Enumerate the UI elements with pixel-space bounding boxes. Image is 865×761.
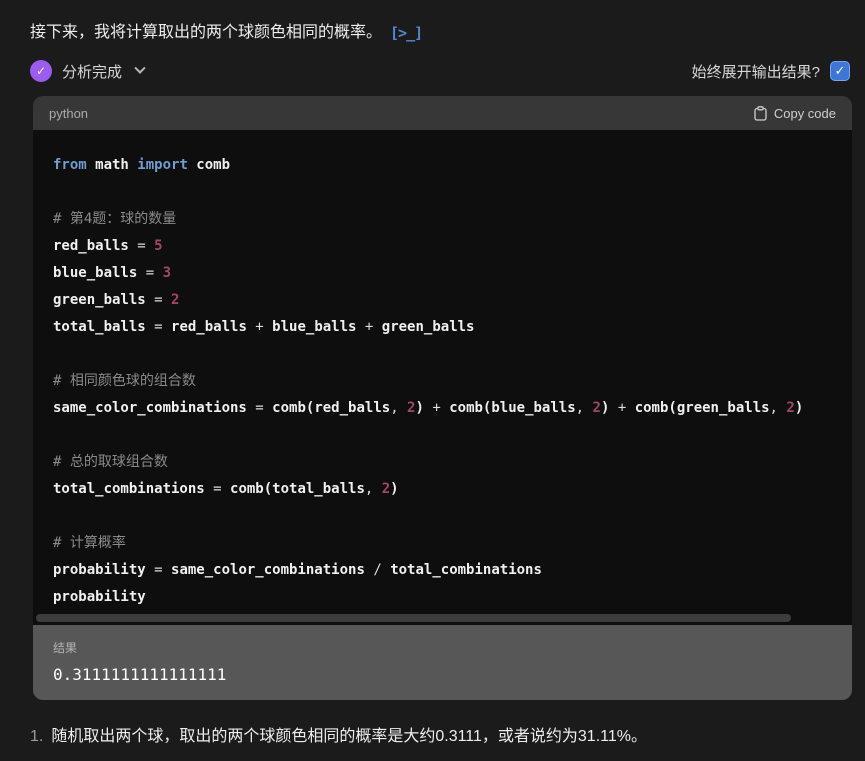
always-expand-output-label: 始终展开输出结果?	[691, 63, 820, 81]
code-body: from math import comb # 第4题：球的数量 red_ball…	[33, 130, 852, 613]
code-card: python Copy code from math import comb #…	[33, 96, 852, 700]
assistant-message: 接下来，我将计算取出的两个球颜色相同的概率。 [>_]	[30, 22, 850, 44]
checkbox-check-icon: ✓	[834, 63, 846, 78]
language-label: python	[49, 105, 89, 121]
clipboard-icon	[754, 105, 767, 121]
list-item-number: 1.	[30, 728, 44, 745]
analysis-status-row: ✓ 分析完成 始终展开输出结果? ✓	[30, 60, 850, 82]
conclusion-list-item: 1. 随机取出两个球，取出的两个球颜色相同的概率是大约0.3111，或者说约为3…	[30, 726, 850, 748]
analysis-complete-check-icon: ✓	[30, 60, 52, 82]
horizontal-scrollbar-thumb[interactable]	[36, 614, 792, 622]
copy-code-label: Copy code	[773, 105, 836, 121]
code-content: from math import comb # 第4题：球的数量 red_ball…	[53, 157, 804, 605]
result-label: 结果	[53, 641, 78, 655]
conclusion-text: 随机取出两个球，取出的两个球颜色相同的概率是大约0.3111，或者说约为31.1…	[51, 728, 647, 745]
output-toggle-group: 始终展开输出结果? ✓	[692, 61, 850, 82]
message-text: 接下来，我将计算取出的两个球颜色相同的概率。	[30, 24, 383, 41]
copy-code-button[interactable]: Copy code	[754, 106, 836, 121]
horizontal-scrollbar-track	[33, 613, 852, 625]
result-panel: 结果 0.3111111111111111	[33, 625, 852, 700]
chevron-down-icon	[134, 62, 146, 74]
code-interpreter-icon[interactable]: [>_]	[390, 22, 423, 44]
analysis-expander[interactable]: ✓ 分析完成	[30, 60, 146, 82]
code-card-header: python Copy code	[33, 96, 852, 130]
always-expand-output-checkbox[interactable]: ✓	[830, 61, 850, 81]
result-value: 0.3111111111111111	[53, 665, 227, 684]
analysis-status-label: 分析完成	[62, 63, 123, 81]
